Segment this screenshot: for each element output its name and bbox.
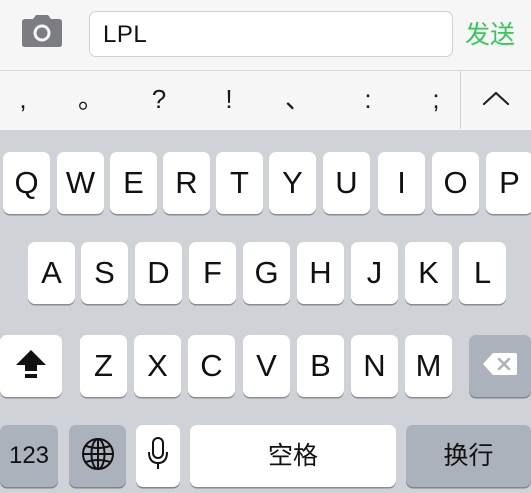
- key-i[interactable]: I: [378, 152, 425, 214]
- key-x[interactable]: X: [134, 335, 181, 397]
- key-t[interactable]: T: [216, 152, 263, 214]
- key-z[interactable]: Z: [80, 335, 127, 397]
- backspace-icon: [482, 352, 518, 381]
- key-w[interactable]: W: [57, 152, 104, 214]
- punct-colon[interactable]: :: [345, 71, 391, 129]
- key-f[interactable]: F: [189, 242, 236, 304]
- message-input-value: LPL: [103, 21, 148, 48]
- key-y[interactable]: Y: [269, 152, 316, 214]
- punct-question[interactable]: ?: [136, 71, 182, 129]
- backspace-key[interactable]: [469, 335, 531, 397]
- microphone-key[interactable]: [136, 425, 180, 487]
- punct-semicolon[interactable]: ;: [413, 71, 459, 129]
- key-r[interactable]: R: [163, 152, 210, 214]
- camera-button[interactable]: [21, 14, 63, 53]
- punct-exclamation[interactable]: !: [206, 71, 252, 129]
- return-key[interactable]: 换行: [406, 425, 531, 487]
- chevron-up-icon: [482, 90, 510, 111]
- key-j[interactable]: J: [351, 242, 398, 304]
- keyboard: Q W E R T Y U I O P A S D F G H J K L Z …: [0, 131, 531, 493]
- message-input-bar: LPL 发送: [0, 0, 531, 71]
- key-d[interactable]: D: [135, 242, 182, 304]
- space-key[interactable]: 空格: [190, 425, 396, 487]
- key-s[interactable]: S: [81, 242, 128, 304]
- key-b[interactable]: B: [297, 335, 344, 397]
- microphone-icon: [147, 436, 169, 476]
- numbers-key[interactable]: 123: [0, 425, 58, 487]
- punct-period[interactable]: 。: [68, 71, 114, 129]
- key-u[interactable]: U: [323, 152, 370, 214]
- key-h[interactable]: H: [297, 242, 344, 304]
- camera-icon: [21, 14, 63, 53]
- key-c[interactable]: C: [188, 335, 235, 397]
- key-v[interactable]: V: [243, 335, 290, 397]
- shift-icon: [15, 349, 47, 384]
- message-input[interactable]: LPL: [89, 11, 453, 57]
- key-e[interactable]: E: [110, 152, 157, 214]
- key-p[interactable]: P: [486, 152, 531, 214]
- collapse-button[interactable]: [461, 71, 531, 129]
- key-m[interactable]: M: [405, 335, 452, 397]
- globe-icon: [81, 437, 115, 476]
- shift-key[interactable]: [0, 335, 62, 397]
- key-a[interactable]: A: [28, 242, 75, 304]
- key-g[interactable]: G: [243, 242, 290, 304]
- punct-comma[interactable]: ,: [0, 71, 46, 129]
- key-q[interactable]: Q: [3, 152, 50, 214]
- globe-key[interactable]: [69, 425, 126, 487]
- key-o[interactable]: O: [432, 152, 479, 214]
- send-button[interactable]: 发送: [465, 17, 529, 53]
- punctuation-bar: , 。 ? ! 、 : ;: [0, 71, 531, 131]
- punct-enumeration-comma[interactable]: 、: [275, 71, 321, 129]
- key-k[interactable]: K: [405, 242, 452, 304]
- key-n[interactable]: N: [351, 335, 398, 397]
- key-l[interactable]: L: [459, 242, 506, 304]
